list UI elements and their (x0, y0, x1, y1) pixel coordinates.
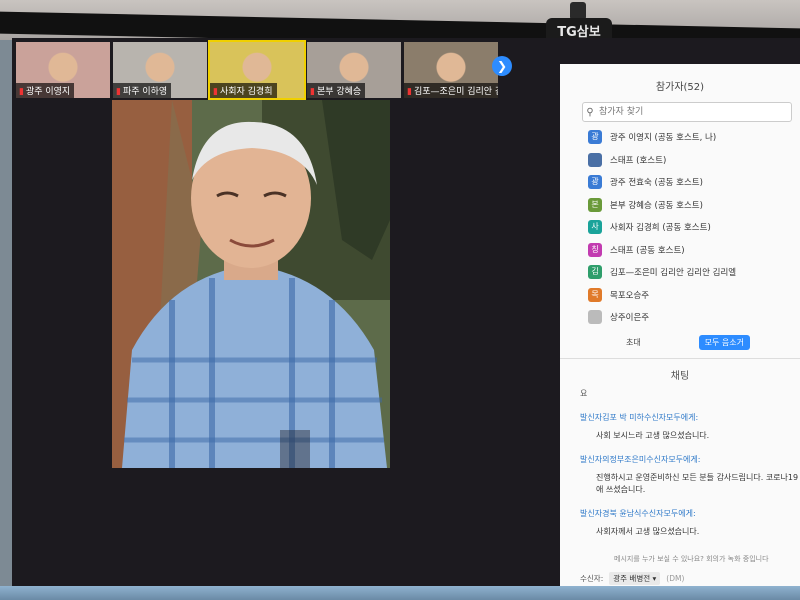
participant-row[interactable]: 김 김포—조은미 김리안 김리안 김리엘 (588, 261, 800, 284)
recipient-note: (DM) (666, 573, 685, 583)
chat-sender: 발신자경북 윤남식수신자모두에게: (580, 508, 696, 518)
participants-footer: 초대 모두 음소거 (626, 334, 750, 350)
zoom-meeting-window: ▮ 광주 이영지 ▮ 파주 이하영 ▮ 사회자 김경희 ▮ 본부 강혜승 ▮ 김포—조은미 김리안… (12, 38, 800, 590)
thumbnail-name-label: 김포—조은미 김리안 김리엘 (413, 87, 498, 97)
participant-name: 광주 이영지 (공동 호스트, 나) (610, 133, 717, 144)
chat-message-text: 진행하시고 운영준비하신 모든 분들 감사드립니다. 코로나19 애 쓰셨습니다… (596, 472, 799, 494)
participant-name: 상주이은주 (610, 313, 650, 324)
recipient-label: 수신자: (580, 573, 604, 583)
thumbnail-name: ▮김포—조은미 김리안 김리엘 (404, 83, 498, 98)
participant-name: 목포오승주 (610, 290, 650, 301)
thumbnail-strip: ▮ 광주 이영지 ▮ 파주 이하영 ▮ 사회자 김경희 ▮ 본부 강혜승 ▮ 김포—조은미 김리안… (16, 40, 498, 100)
participant-row[interactable]: 광 광주 이영지 (공동 호스트, 나) (588, 126, 800, 149)
participant-name: 김포—조은미 김리안 김리안 김리엘 (610, 268, 737, 279)
participant-row[interactable]: 사 사회자 김경희 (공동 호스트) (588, 216, 800, 239)
participant-row[interactable]: 목 목포오승주 (588, 284, 800, 307)
thumbnail-name-label: 광주 이영지 (25, 87, 71, 97)
participant-name: 스태프 (공동 호스트) (610, 245, 685, 256)
chat-message-text: 사회자께서 고생 많으셨습니다. (596, 526, 700, 536)
chat-info-text: 메시지를 누가 보실 수 있나요? 회의가 녹화 중입니다 (614, 554, 769, 563)
chevron-right-icon[interactable]: ❯ (492, 56, 512, 76)
thumbnail-name: ▮ 본부 강혜승 (307, 83, 366, 98)
chat-messages: 요 발신자김포 박 미하수신자모두에게: 사회 보시느라 고생 많으셨습니다. 발신… (580, 388, 800, 538)
participant-avatar: 칭 (588, 242, 602, 257)
chat-title: 채팅 (560, 357, 800, 382)
participant-name: 스태프 (호스트) (610, 155, 667, 166)
invite-button[interactable]: 초대 (626, 337, 641, 348)
participant-avatar (588, 152, 602, 167)
search-icon: ⚲ (586, 106, 594, 118)
participant-row[interactable]: 상주이은주 (588, 306, 800, 329)
participant-avatar (588, 310, 602, 325)
mute-all-button[interactable]: 모두 음소거 (698, 334, 750, 350)
participant-list: 광 광주 이영지 (공동 호스트, 나) 스태프 (호스트) 광 광주 전효숙 (공동 … (588, 126, 800, 329)
recipient-select[interactable]: 광주 배병전 ▾ (609, 571, 661, 585)
participant-thumbnail[interactable]: ▮ 사회자 김경희 (208, 40, 306, 100)
participant-row[interactable]: 스태프 (호스트) (588, 149, 800, 172)
participant-avatar: 목 (588, 287, 602, 302)
speaker-video-frame (112, 100, 390, 468)
participant-avatar: 광 (588, 175, 602, 190)
chat-sender: 발신자의정부조은미수신자모두에게: (580, 454, 701, 464)
participant-avatar: 김 (588, 265, 602, 280)
participant-name: 본부 강혜승 (공동 호스트) (610, 200, 703, 211)
taskbar-edge (0, 586, 800, 600)
thumbnail-name-label: 본부 강혜승 (316, 87, 362, 97)
muted-mic-icon: ▮ (116, 87, 121, 97)
participant-avatar: 광 (588, 130, 602, 145)
chat-message-text: 사회 보시느라 고생 많으셨습니다. (596, 430, 710, 440)
muted-mic-icon: ▮ (19, 87, 24, 97)
chat-partial-line: 요 (580, 388, 588, 398)
chat-sender: 발신자김포 박 미하수신자모두에게: (580, 412, 699, 422)
participant-row[interactable]: 본 본부 강혜승 (공동 호스트) (588, 194, 800, 217)
side-panel: 참가자(52) ⚲ 광광주 이영지 (공동 호스트, 나)스태프 (호스트)광광… (560, 64, 800, 590)
thumbnail-name-label: 사회자 김경희 (219, 87, 273, 97)
chat-recipient-row: 수신자: 광주 배병전 ▾ (DM) (580, 571, 800, 585)
thumbnail-name: ▮ 파주 이하영 (113, 83, 172, 98)
participants-title: 참가자(52) (655, 82, 705, 93)
thumbnail-name: ▮ 사회자 김경희 (210, 83, 277, 98)
muted-mic-icon: ▮ (310, 87, 315, 97)
participant-name: 광주 전효숙 (공동 호스트) (610, 178, 703, 189)
muted-mic-icon: ▮ (407, 87, 412, 97)
active-speaker-video (112, 100, 390, 468)
participant-thumbnail[interactable]: ▮ 파주 이하영 (113, 42, 207, 98)
participant-thumbnail[interactable]: ▮ 광주 이영지 (16, 42, 110, 98)
muted-mic-icon: ▮ (213, 87, 218, 97)
participant-search[interactable]: ⚲ (582, 102, 792, 122)
participant-avatar: 사 (588, 220, 602, 235)
participant-row[interactable]: 칭 스태프 (공동 호스트) (588, 239, 800, 262)
thumbnail-name-label: 파주 이하영 (122, 87, 168, 97)
participant-thumbnail[interactable]: ▮김포—조은미 김리안 김리엘 (404, 42, 498, 98)
participant-avatar: 본 (588, 197, 602, 212)
participant-row[interactable]: 광 광주 전효숙 (공동 호스트) (588, 171, 800, 194)
search-input[interactable] (597, 106, 771, 118)
participant-thumbnail[interactable]: ▮ 본부 강혜승 (307, 42, 401, 98)
participant-name: 사회자 김경희 (공동 호스트) (610, 223, 711, 234)
chevron-down-icon: ▾ (652, 573, 657, 583)
recipient-value: 광주 배병전 (613, 573, 651, 583)
thumbnail-name: ▮ 광주 이영지 (16, 83, 75, 98)
